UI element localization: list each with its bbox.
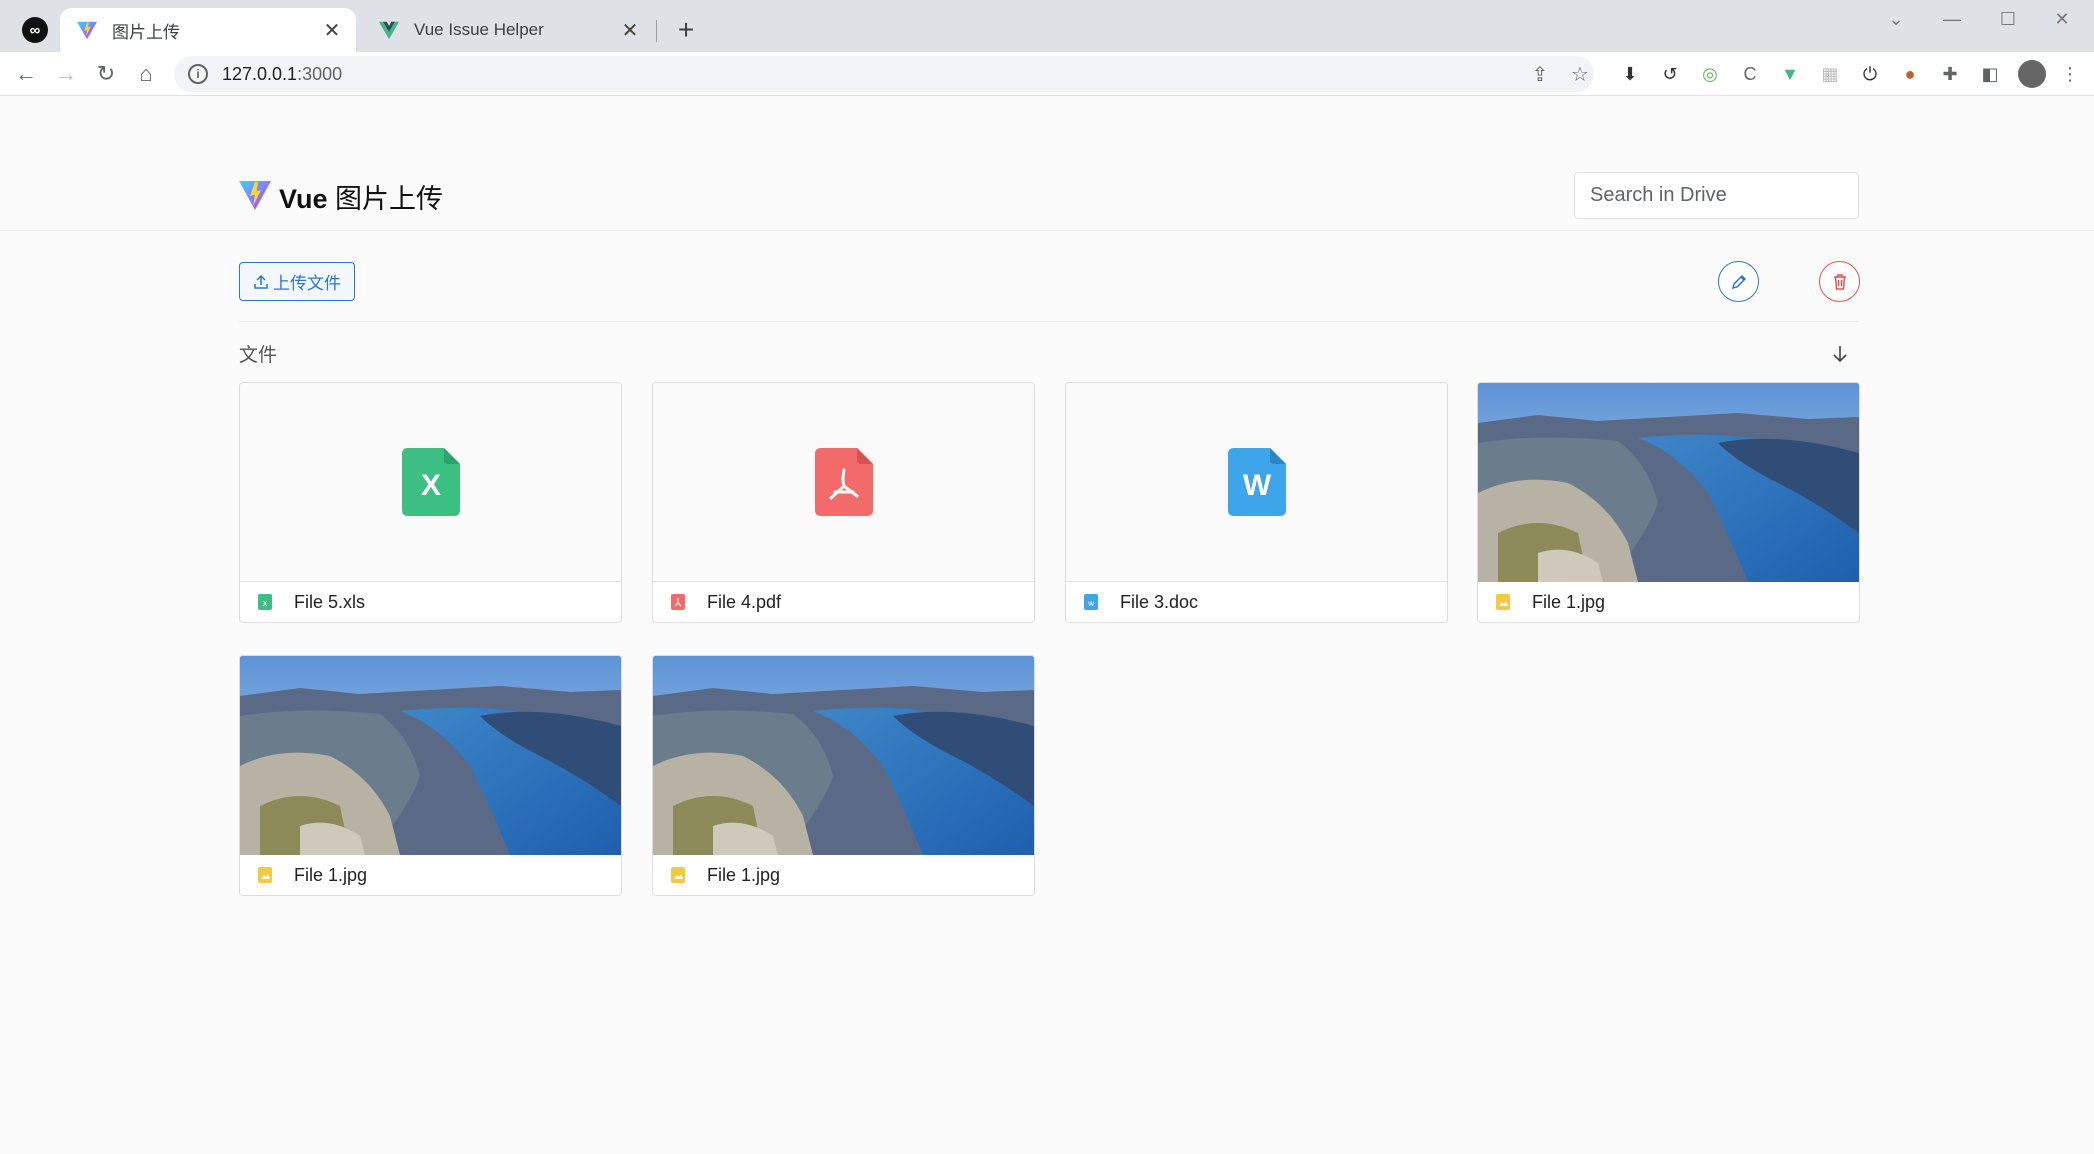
extension-icon[interactable]: ↺ bbox=[1658, 62, 1682, 86]
pdf-file-icon bbox=[814, 448, 873, 516]
vue-devtools-icon[interactable]: ▼ bbox=[1778, 62, 1802, 86]
fjord-landscape-image bbox=[653, 656, 1034, 855]
image-small-icon bbox=[258, 867, 272, 883]
file-preview: W bbox=[1066, 383, 1447, 582]
tab-search-icon[interactable]: ⌄ bbox=[1864, 2, 1928, 36]
side-panel-icon[interactable]: ◧ bbox=[1978, 62, 2002, 86]
extension-icon[interactable]: C bbox=[1738, 62, 1762, 86]
browser-tabstrip: ∞ 图片上传 ✕ Vue Issue Helper ✕ + ⌄ — ☐ ✕ bbox=[0, 0, 2094, 52]
reload-icon[interactable]: ↻ bbox=[90, 58, 122, 90]
file-name: File 1.jpg bbox=[1532, 591, 1606, 612]
fjord-landscape-image bbox=[240, 656, 621, 855]
image-preview bbox=[1478, 383, 1859, 582]
forward-icon[interactable]: → bbox=[50, 58, 82, 90]
vue-favicon-icon bbox=[378, 21, 400, 40]
file-meta: File 1.jpg bbox=[653, 855, 1034, 895]
download-extension-icon[interactable]: ⬇ bbox=[1618, 62, 1642, 86]
svg-text:X: X bbox=[420, 469, 440, 502]
pencil-icon bbox=[1731, 274, 1746, 289]
extension-icon[interactable]: ▦ bbox=[1818, 62, 1842, 86]
bookmark-star-icon[interactable]: ☆ bbox=[1568, 62, 1592, 86]
upload-icon bbox=[254, 274, 268, 289]
minimize-icon[interactable]: — bbox=[1920, 2, 1984, 36]
file-name: File 1.jpg bbox=[707, 864, 781, 885]
search-input[interactable] bbox=[1574, 172, 1859, 219]
upload-label: 上传文件 bbox=[273, 274, 341, 293]
back-icon[interactable]: ← bbox=[10, 58, 42, 90]
home-icon[interactable]: ⌂ bbox=[130, 58, 162, 90]
extension-icon[interactable]: ● bbox=[1898, 62, 1922, 86]
address-bar[interactable]: i 127.0.0.1:3000 bbox=[174, 56, 1594, 92]
section-title: 文件 bbox=[239, 345, 278, 366]
tab-vue-issue-helper[interactable]: Vue Issue Helper ✕ bbox=[362, 8, 654, 52]
divider bbox=[239, 321, 1859, 322]
pdf-small-icon bbox=[671, 594, 685, 610]
power-extension-icon[interactable]: ⏻ bbox=[1858, 62, 1882, 86]
image-small-icon bbox=[671, 867, 685, 883]
image-small-icon bbox=[1496, 594, 1510, 610]
file-name: File 5.xls bbox=[294, 591, 366, 612]
file-meta: File 4.pdf bbox=[653, 582, 1034, 622]
svg-text:x: x bbox=[263, 598, 268, 608]
image-preview bbox=[240, 656, 621, 855]
svg-text:w: w bbox=[1087, 599, 1094, 608]
excel-file-icon: X bbox=[401, 448, 460, 516]
browser-menu-icon[interactable]: ⋮ bbox=[2058, 62, 2082, 86]
tab-close-icon[interactable]: ✕ bbox=[320, 18, 344, 42]
sort-button[interactable] bbox=[1826, 340, 1854, 368]
app-header: Vue 图片上传 bbox=[0, 97, 2094, 231]
edit-button[interactable] bbox=[1718, 261, 1759, 302]
word-file-icon: W bbox=[1227, 448, 1286, 516]
vite-logo-icon bbox=[239, 181, 271, 210]
file-meta: File 1.jpg bbox=[240, 855, 621, 895]
profile-avatar[interactable] bbox=[2018, 60, 2046, 88]
file-card[interactable]: X x File 5.xls bbox=[239, 382, 622, 623]
window-close-icon[interactable]: ✕ bbox=[2030, 2, 2094, 36]
file-name: File 3.doc bbox=[1120, 591, 1199, 612]
tab-separator bbox=[656, 20, 657, 42]
trash-icon bbox=[1833, 273, 1846, 290]
file-card[interactable]: File 1.jpg bbox=[652, 655, 1035, 896]
file-meta: x File 5.xls bbox=[240, 582, 621, 622]
word-small-icon: w bbox=[1084, 594, 1098, 610]
svg-text:W: W bbox=[1242, 469, 1271, 502]
upload-file-button[interactable]: 上传文件 bbox=[239, 262, 355, 301]
app-title: Vue 图片上传 bbox=[279, 184, 444, 214]
file-preview bbox=[653, 383, 1034, 582]
tab-close-icon[interactable]: ✕ bbox=[618, 18, 642, 42]
share-icon[interactable]: ⇪ bbox=[1528, 62, 1552, 86]
file-card[interactable]: File 4.pdf bbox=[652, 382, 1035, 623]
page: Vue 图片上传 上传文件 文件 X bbox=[0, 97, 2094, 1154]
tab-title: Vue Issue Helper bbox=[414, 20, 544, 39]
extensions-puzzle-icon[interactable]: ✚ bbox=[1938, 62, 1962, 86]
extension-icon[interactable]: ◎ bbox=[1698, 62, 1722, 86]
file-preview: X bbox=[240, 383, 621, 582]
tab-image-upload[interactable]: 图片上传 ✕ bbox=[60, 8, 356, 52]
tab-title: 图片上传 bbox=[112, 22, 180, 42]
file-name: File 1.jpg bbox=[294, 864, 368, 885]
file-card[interactable]: File 1.jpg bbox=[239, 655, 622, 896]
vite-favicon-icon bbox=[76, 21, 98, 40]
file-card[interactable]: File 1.jpg bbox=[1477, 382, 1860, 623]
delete-button[interactable] bbox=[1819, 261, 1860, 302]
pinned-tab-icon[interactable]: ∞ bbox=[22, 17, 48, 43]
file-meta: w File 3.doc bbox=[1066, 582, 1447, 622]
file-name: File 4.pdf bbox=[707, 591, 782, 612]
excel-small-icon: x bbox=[258, 594, 272, 610]
site-info-icon[interactable]: i bbox=[188, 64, 208, 84]
arrow-down-icon bbox=[1833, 346, 1847, 363]
file-meta: File 1.jpg bbox=[1478, 582, 1859, 622]
fjord-landscape-image bbox=[1478, 383, 1859, 582]
url-text: 127.0.0.1:3000 bbox=[222, 63, 343, 84]
new-tab-icon[interactable]: + bbox=[670, 14, 702, 46]
image-preview bbox=[653, 656, 1034, 855]
file-card[interactable]: W w File 3.doc bbox=[1065, 382, 1448, 623]
